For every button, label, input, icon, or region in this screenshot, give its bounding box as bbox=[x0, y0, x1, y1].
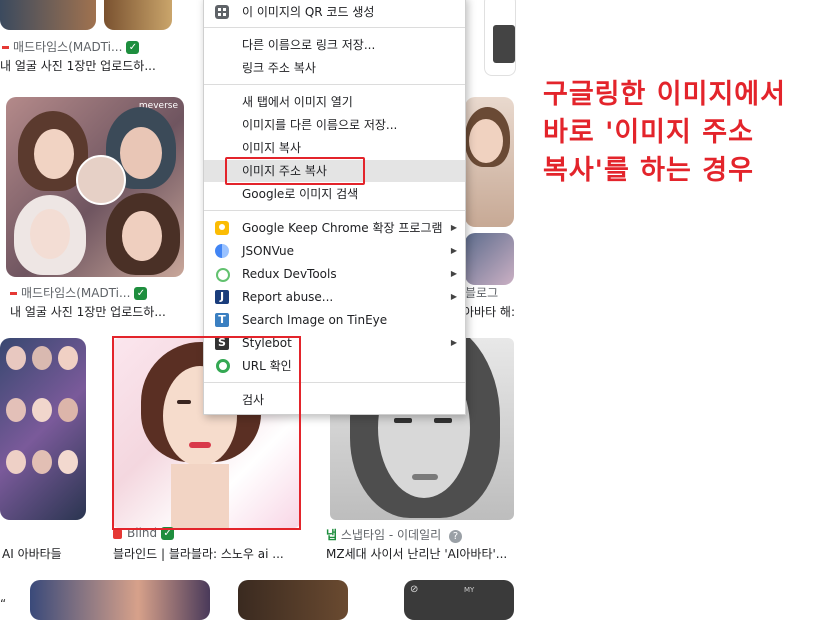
result-source: 매드타임스(MADTi... ✓ bbox=[10, 284, 175, 301]
menu-item-tineye[interactable]: T Search Image on TinEye bbox=[204, 309, 465, 331]
qr-code-icon bbox=[215, 5, 229, 19]
menu-item-report-abuse[interactable]: J Report abuse... ▶ bbox=[204, 286, 465, 308]
result-title[interactable]: MZ세대 사이서 난리난 'AI아바타'... bbox=[326, 545, 516, 562]
result-thumb-bottom-2[interactable] bbox=[238, 580, 348, 620]
result-title[interactable]: 아바타 해: bbox=[463, 303, 514, 320]
result-title[interactable]: 내 얼굴 사진 1장만 업로드하... bbox=[10, 303, 182, 320]
menu-separator bbox=[204, 84, 465, 85]
result-source: 매드타임스(MADTi... ✓ bbox=[2, 38, 167, 55]
menu-separator bbox=[204, 210, 465, 211]
partial-text: “ bbox=[0, 597, 7, 611]
redux-icon bbox=[216, 268, 230, 282]
menu-item-qr-code[interactable]: 이 이미지의 QR 코드 생성 bbox=[204, 1, 465, 23]
menu-item-jsonvue[interactable]: JSONVue ▶ bbox=[204, 240, 465, 262]
google-keep-icon bbox=[215, 221, 229, 235]
highlight-box-menu-item bbox=[225, 157, 365, 185]
jsonvue-icon bbox=[215, 244, 229, 258]
submenu-arrow-icon: ▶ bbox=[450, 246, 457, 255]
related-card[interactable] bbox=[484, 0, 516, 76]
result-thumb-right-1[interactable] bbox=[465, 97, 514, 227]
submenu-arrow-icon: ▶ bbox=[450, 338, 457, 347]
result-thumb-meverse[interactable]: meverse bbox=[6, 97, 184, 277]
highlight-box-image bbox=[112, 336, 301, 530]
menu-item-copy-image[interactable]: 이미지 복사 bbox=[204, 137, 465, 159]
result-thumb-avatars[interactable] bbox=[0, 338, 86, 520]
result-thumb-bottom-1[interactable] bbox=[30, 580, 210, 620]
menu-item-open-image-tab[interactable]: 새 탭에서 이미지 열기 bbox=[204, 91, 465, 113]
submenu-arrow-icon: ▶ bbox=[450, 269, 457, 278]
verified-icon: ✓ bbox=[134, 287, 148, 300]
result-thumb-bottom-3[interactable]: ⊘ MY bbox=[404, 580, 514, 620]
tineye-icon: T bbox=[215, 313, 229, 327]
result-source: 냅 스냅타임 - 이데일리 ? bbox=[326, 526, 516, 543]
result-thumb-top-mid[interactable] bbox=[104, 0, 172, 30]
menu-item-save-image[interactable]: 이미지를 다른 이름으로 저장... bbox=[204, 114, 465, 136]
result-thumb-top-left[interactable] bbox=[0, 0, 96, 30]
submenu-arrow-icon: ▶ bbox=[450, 223, 457, 232]
menu-item-search-google-image[interactable]: Google로 이미지 검색 bbox=[204, 183, 465, 205]
verified-icon: ✓ bbox=[126, 41, 140, 54]
menu-item-save-link[interactable]: 다른 이름으로 링크 저장... bbox=[204, 34, 465, 56]
result-title[interactable]: 내 얼굴 사진 1장만 업로드하... bbox=[0, 57, 170, 74]
menu-item-redux-devtools[interactable]: Redux DevTools ▶ bbox=[204, 263, 465, 285]
report-abuse-icon: J bbox=[215, 290, 229, 304]
annotation-text: 구글링한 이미지에서 바로 '이미지 주소 복사'를 하는 경우 bbox=[543, 79, 786, 186]
menu-item-google-keep[interactable]: Google Keep Chrome 확장 프로그램 ▶ bbox=[204, 217, 465, 239]
help-icon[interactable]: ? bbox=[448, 530, 462, 543]
menu-item-copy-link[interactable]: 링크 주소 복사 bbox=[204, 57, 465, 79]
menu-separator bbox=[204, 27, 465, 28]
result-title[interactable]: 블라인드 | 블라블라: 스노우 ai ... bbox=[113, 545, 303, 562]
result-source: 블로그 bbox=[465, 286, 499, 300]
result-title[interactable]: AI 아바타들 bbox=[2, 545, 88, 562]
result-thumb-right-2[interactable] bbox=[465, 233, 514, 285]
submenu-arrow-icon: ▶ bbox=[450, 292, 457, 301]
